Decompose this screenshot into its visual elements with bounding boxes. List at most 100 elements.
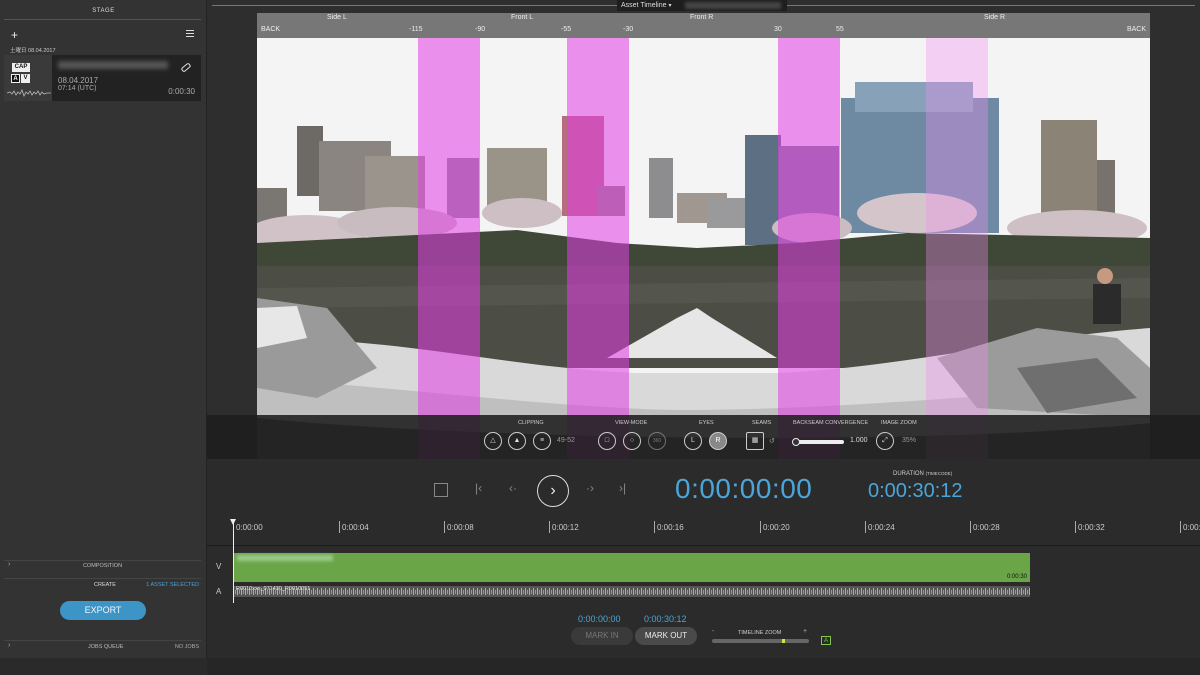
video-clip[interactable]: 0:00:30 <box>233 553 1030 582</box>
seam-band <box>418 38 480 459</box>
menu-icon[interactable] <box>186 30 194 37</box>
divider <box>4 19 201 20</box>
status-strip <box>0 658 207 675</box>
time-tick: 0:00:28 <box>970 521 1000 533</box>
ruler-back-left: BACK <box>261 26 281 33</box>
duration-sublabel: (TIMECODE) <box>925 471 953 476</box>
timeline-zoom-slider[interactable] <box>712 639 809 643</box>
step-forward-icon[interactable]: ·› <box>586 481 594 495</box>
clipping-stripes-icon[interactable]: ≡ <box>533 432 551 450</box>
mark-in-button[interactable]: MARK IN <box>571 627 633 645</box>
audio-clip-name: R0010xxx_071430_R0010051 <box>236 586 311 592</box>
duration-label-text: DURATION <box>893 471 924 477</box>
video-clip-end: 0:00:30 <box>1006 574 1027 580</box>
ruler-tick: 55 <box>836 26 844 33</box>
jobs-status: NO JOBS <box>174 644 199 650</box>
current-timecode: 0:00:00:00 <box>675 473 813 504</box>
ruler-back-right: BACK <box>1126 26 1146 33</box>
image-zoom-label: IMAGE ZOOM <box>881 420 917 426</box>
section-front-r: Front R <box>690 14 714 21</box>
seam-band <box>926 38 988 459</box>
asset-time: 07:14 (UTC) <box>58 85 97 92</box>
time-tick: 0:00:00 <box>233 521 263 533</box>
eye-left-button[interactable]: L <box>684 432 702 450</box>
asset-name-redacted <box>58 61 168 69</box>
panorama-image <box>257 38 1150 459</box>
add-icon[interactable]: + <box>11 28 18 42</box>
time-tick: 0:00:24 <box>865 521 895 533</box>
ruler-tick: -30 <box>623 26 634 33</box>
viewmode-sphere-icon[interactable]: ○ <box>623 432 641 450</box>
time-tick: 0:00:16 <box>654 521 684 533</box>
asset-card[interactable]: 08.04.2017 07:14 (UTC) 0:00:30 <box>52 55 201 101</box>
eyes-label: EYES <box>699 420 714 426</box>
backseam-label: BACKSEAM CONVERGENCE <box>793 420 869 426</box>
viewmode-360-icon[interactable]: 360 <box>648 432 666 450</box>
seam-band <box>778 38 840 459</box>
video-badge: V <box>21 74 30 83</box>
skip-start-icon[interactable]: |‹ <box>475 481 482 495</box>
asset-timeline-tab[interactable]: Asset Timeline ▾ <box>617 0 787 11</box>
assets-selected: 1 ASSET SELECTED <box>146 582 199 588</box>
angle-ruler: Side L Front L Front R Side R BACK BACK … <box>257 13 1150 38</box>
time-tick: 0:00:04 <box>339 521 369 533</box>
composition-label: COMPOSITION <box>82 563 123 569</box>
backseam-slider[interactable] <box>792 438 844 446</box>
mark-out-button[interactable]: MARK OUT <box>635 627 697 645</box>
backseam-value: 1.000 <box>850 437 868 444</box>
playhead[interactable] <box>230 519 236 603</box>
asset-item[interactable]: CAP A V 08.04.2017 07:14 (UTC) 0:00:30 <box>4 55 201 101</box>
time-tick: 0:00:20 <box>760 521 790 533</box>
ruler-tick: -90 <box>475 26 486 33</box>
ruler-tick: -115 <box>409 26 423 33</box>
viewmode-flat-icon[interactable]: □ <box>598 432 616 450</box>
status-strip <box>207 658 1200 675</box>
export-button[interactable]: EXPORT <box>60 601 146 620</box>
section-side-r: Side R <box>984 14 1006 21</box>
section-side-l: Side L <box>327 14 347 21</box>
transport-bar: |‹ ‹· › ·› ›| 0:00:00:00 DURATION (TIMEC… <box>207 459 1200 519</box>
clipping-triangle-icon[interactable]: △ <box>484 432 502 450</box>
eye-right-button[interactable]: R <box>709 432 727 450</box>
panorama-viewer[interactable]: Side L Front L Front R Side R BACK BACK … <box>257 13 1150 459</box>
ruler-tick: -55 <box>561 26 572 33</box>
in-timecode: 0:00:00:00 <box>578 614 621 624</box>
audio-clip[interactable]: R0010xxx_071430_R0010051 <box>233 586 1030 597</box>
clipping-label: CLIPPING <box>518 420 544 426</box>
time-tick: 0:00:3 <box>1180 521 1200 533</box>
chevron-right-icon[interactable]: › <box>8 642 10 649</box>
time-tick: 0:00:08 <box>444 521 474 533</box>
asset-duration: 0:00:30 <box>168 87 195 96</box>
stage-panel: STAGE + 土曜日 08.04.2017 CAP A V 08.04.201… <box>0 0 207 675</box>
jobs-queue-section[interactable]: › JOBS QUEUE NO JOBS <box>4 640 201 652</box>
jobs-queue-label: JOBS QUEUE <box>88 644 124 650</box>
viewer-controls: CLIPPING △ ▲ ≡ 49-52 VIEW-MODE □ ○ 360 E… <box>207 415 1200 459</box>
tag-icon[interactable] <box>180 62 192 73</box>
ruler-tick: 30 <box>774 26 782 33</box>
day-label: 土曜日 08.04.2017 <box>10 48 56 54</box>
play-button[interactable]: › <box>537 475 569 507</box>
step-back-icon[interactable]: ‹· <box>509 481 517 495</box>
audio-track-label: A <box>216 587 222 596</box>
tab-asset-redacted <box>685 2 781 9</box>
clipping-triangle-fill-icon[interactable]: ▲ <box>508 432 526 450</box>
timeline[interactable]: 0:00:00 0:00:04 0:00:08 0:00:12 0:00:16 … <box>207 519 1200 606</box>
seams-label: SEAMS <box>752 420 772 426</box>
stop-button[interactable] <box>434 483 448 497</box>
zoom-in-icon[interactable]: + <box>803 628 807 635</box>
seams-reset-icon[interactable]: ↺ <box>769 437 775 445</box>
zoom-out-icon[interactable]: - <box>712 628 714 635</box>
duration-timecode: 0:00:30:12 <box>868 480 963 502</box>
mark-controls: 0:00:00:00 0:00:30:12 MARK IN MARK OUT -… <box>207 606 1200 658</box>
chevron-down-icon[interactable]: ▾ <box>668 3 671 9</box>
time-tick: 0:00:32 <box>1075 521 1105 533</box>
fullscreen-icon[interactable]: ⤢ <box>876 432 894 450</box>
image-zoom-value: 35% <box>902 437 917 444</box>
waveform-icon <box>7 89 51 97</box>
out-timecode: 0:00:30:12 <box>644 614 687 624</box>
skip-end-icon[interactable]: ›| <box>619 481 626 495</box>
composition-section[interactable]: › COMPOSITION <box>4 560 201 570</box>
zoom-auto-badge[interactable]: A <box>821 636 831 645</box>
clip-name-redacted <box>237 555 333 561</box>
seams-grid-icon[interactable]: ▦ <box>746 432 764 450</box>
